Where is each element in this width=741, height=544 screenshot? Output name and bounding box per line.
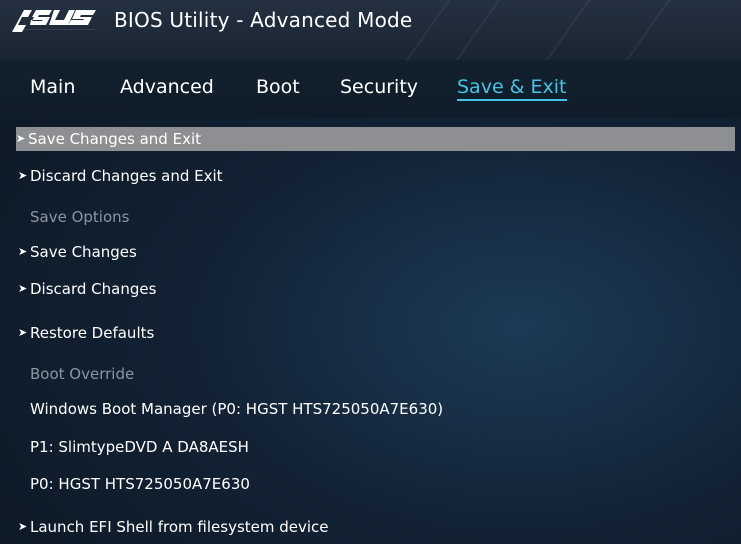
background-streak	[424, 0, 518, 60]
boot-override-option[interactable]: Windows Boot Manager (P0: HGST HTS725050…	[30, 397, 741, 421]
menu-item-label: Discard Changes	[30, 280, 157, 298]
menu-item-save-changes-exit[interactable]: ➤ Save Changes and Exit	[16, 127, 735, 151]
arrow-right-icon: ➤	[18, 282, 28, 295]
tab-security[interactable]: Security	[340, 76, 418, 98]
menu-item-label: Discard Changes and Exit	[30, 167, 223, 185]
section-header-save-options: Save Options	[30, 208, 130, 226]
boot-override-option[interactable]: P1: SlimtypeDVD A DA8AESH	[30, 435, 741, 459]
tab-main[interactable]: Main	[30, 76, 75, 98]
menu-item-launch-efi-shell[interactable]: ➤ Launch EFI Shell from filesystem device	[18, 515, 734, 539]
arrow-right-icon: ➤	[18, 520, 28, 533]
tab-bar: Main Advanced Boot Security Save & Exit	[0, 60, 741, 118]
arrow-right-icon: ➤	[18, 245, 28, 258]
arrow-right-icon: ➤	[18, 326, 28, 339]
app-title: BIOS Utility - Advanced Mode	[114, 8, 413, 32]
arrow-right-icon: ➤	[16, 132, 26, 145]
menu-item-save-changes[interactable]: ➤ Save Changes	[18, 240, 734, 264]
menu-item-label: Save Changes and Exit	[28, 130, 201, 148]
menu-item-restore-defaults[interactable]: ➤ Restore Defaults	[18, 321, 734, 345]
boot-override-option[interactable]: P0: HGST HTS725050A7E630	[30, 472, 741, 496]
menu-item-label: Launch EFI Shell from filesystem device	[30, 518, 329, 536]
asus-logo	[12, 10, 96, 32]
menu-item-label: Save Changes	[30, 243, 137, 261]
tab-boot[interactable]: Boot	[256, 76, 300, 98]
menu-item-discard-changes-exit[interactable]: ➤ Discard Changes and Exit	[18, 164, 734, 188]
arrow-right-icon: ➤	[18, 169, 28, 182]
menu-item-label: Restore Defaults	[30, 324, 155, 342]
menu-item-discard-changes[interactable]: ➤ Discard Changes	[18, 277, 734, 301]
section-header-boot-override: Boot Override	[30, 365, 135, 383]
tab-advanced[interactable]: Advanced	[120, 76, 214, 98]
background-streak	[514, 0, 608, 60]
tab-save-exit[interactable]: Save & Exit	[457, 76, 567, 101]
background-streak	[594, 0, 688, 60]
title-bar: BIOS Utility - Advanced Mode	[0, 0, 741, 60]
